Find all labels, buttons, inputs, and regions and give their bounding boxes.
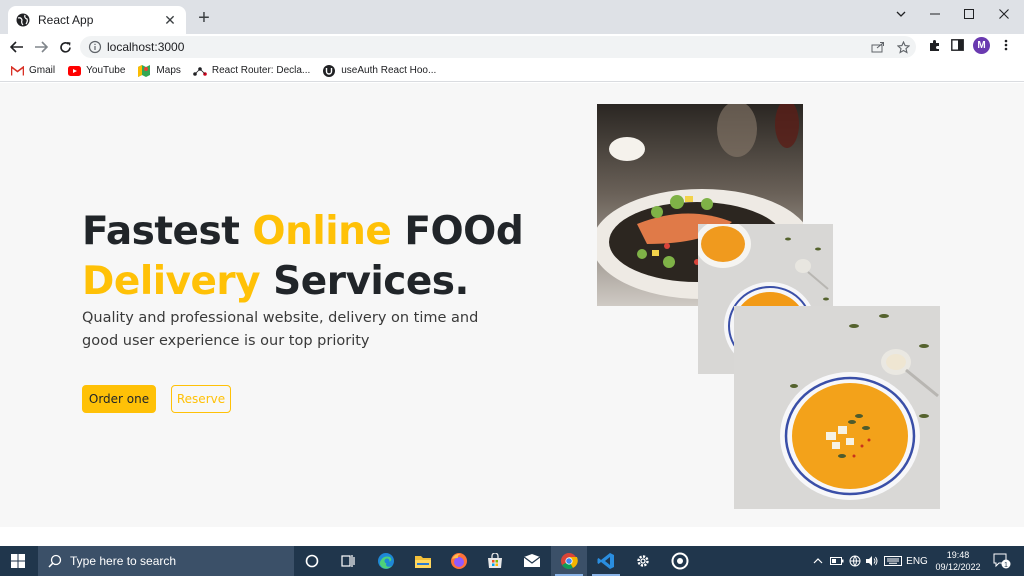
bookmark-label: React Router: Decla... xyxy=(211,65,311,76)
share-icon[interactable] xyxy=(870,39,886,55)
youtube-icon xyxy=(67,65,81,77)
globe-icon xyxy=(16,13,30,27)
mail-icon[interactable] xyxy=(514,546,550,576)
bookmark-useauth[interactable]: useAuth React Hoo... xyxy=(322,64,437,77)
page-content: Fastest Online FOOd Delivery Services. Q… xyxy=(0,83,1024,546)
bookmark-label: YouTube xyxy=(86,65,126,76)
search-icon xyxy=(48,554,62,568)
taskbar-clock[interactable]: 19:48 09/12/2022 xyxy=(930,549,986,573)
pumpkin-soup-image-large xyxy=(734,306,940,509)
bookmark-star-icon[interactable] xyxy=(895,39,911,55)
chrome-icon[interactable] xyxy=(551,546,587,576)
maps-icon xyxy=(137,64,151,77)
useauth-icon xyxy=(322,64,336,77)
extensions-icon[interactable] xyxy=(925,36,943,54)
keyboard-icon[interactable] xyxy=(882,546,904,576)
task-view-icon[interactable] xyxy=(330,546,366,576)
info-icon[interactable] xyxy=(88,40,102,54)
bookmark-gmail[interactable]: Gmail xyxy=(10,65,55,77)
hero-subtitle: Quality and professional website, delive… xyxy=(82,310,479,349)
settings-gear-icon[interactable] xyxy=(625,546,661,576)
vscode-icon[interactable] xyxy=(588,546,624,576)
bookmark-youtube[interactable]: YouTube xyxy=(67,65,125,77)
hero-title-accent: Delivery xyxy=(82,259,261,304)
profile-avatar[interactable]: M xyxy=(973,37,990,54)
battery-icon[interactable] xyxy=(829,546,845,576)
minimize-button[interactable] xyxy=(918,0,952,28)
clock-time: 19:48 xyxy=(946,550,970,560)
search-placeholder: Type here to search xyxy=(70,554,177,568)
file-explorer-icon[interactable] xyxy=(405,546,441,576)
bookmark-react-router[interactable]: React Router: Decla... xyxy=(193,65,310,77)
close-tab-icon[interactable]: ✕ xyxy=(162,12,178,29)
tab-strip: React App ✕ + xyxy=(0,0,1024,34)
close-window-button[interactable] xyxy=(987,0,1021,28)
back-arrow-icon[interactable] xyxy=(7,37,27,57)
kebab-menu-icon[interactable] xyxy=(997,36,1015,54)
reserve-button[interactable]: Reserve xyxy=(171,385,231,413)
taskbar-search[interactable]: Type here to search xyxy=(38,546,294,576)
gmail-icon xyxy=(10,65,24,77)
edge-browser-icon[interactable] xyxy=(368,546,404,576)
github-desktop-icon[interactable] xyxy=(662,546,698,576)
chevron-up-icon[interactable] xyxy=(811,546,825,576)
react-router-icon xyxy=(193,65,207,77)
browser-tab[interactable]: React App ✕ xyxy=(8,6,186,34)
browser-toolbar: M xyxy=(0,34,1024,58)
page-footer-strip xyxy=(0,527,1024,546)
bookmark-label: Maps xyxy=(156,65,181,76)
firefox-icon[interactable] xyxy=(441,546,477,576)
new-tab-button[interactable]: + xyxy=(194,8,214,29)
cortana-icon[interactable] xyxy=(294,546,330,576)
language-indicator[interactable]: ENG xyxy=(906,546,928,576)
tab-search-icon[interactable] xyxy=(884,0,918,28)
bookmark-label: Gmail xyxy=(29,65,56,76)
clock-date: 09/12/2022 xyxy=(935,562,981,572)
side-panel-icon[interactable] xyxy=(948,36,966,54)
hero-title-accent: Online xyxy=(252,209,392,254)
tab-title: React App xyxy=(38,13,94,27)
bookmark-label: useAuth React Hoo... xyxy=(341,65,437,76)
order-button[interactable]: Order one xyxy=(82,385,156,413)
reload-icon[interactable] xyxy=(55,37,75,57)
network-globe-icon[interactable] xyxy=(847,546,863,576)
windows-start-icon[interactable] xyxy=(0,546,36,576)
bookmarks-bar: Gmail YouTube Maps React Router: Decla..… xyxy=(0,60,1024,82)
microsoft-store-icon[interactable] xyxy=(477,546,513,576)
url-input[interactable] xyxy=(107,38,407,56)
notification-center-icon[interactable]: 1 xyxy=(990,546,1014,576)
volume-icon[interactable] xyxy=(864,546,880,576)
bookmark-maps[interactable]: Maps xyxy=(137,64,181,77)
address-bar[interactable] xyxy=(80,36,916,58)
maximize-button[interactable] xyxy=(952,0,986,28)
notification-count: 1 xyxy=(1004,562,1008,569)
hero-title: Fastest Online FOOd Delivery Services. xyxy=(82,209,524,304)
forward-arrow-icon[interactable] xyxy=(31,37,51,57)
taskbar: Type here to search ENG 19:48 09/12/2022… xyxy=(0,546,1024,576)
